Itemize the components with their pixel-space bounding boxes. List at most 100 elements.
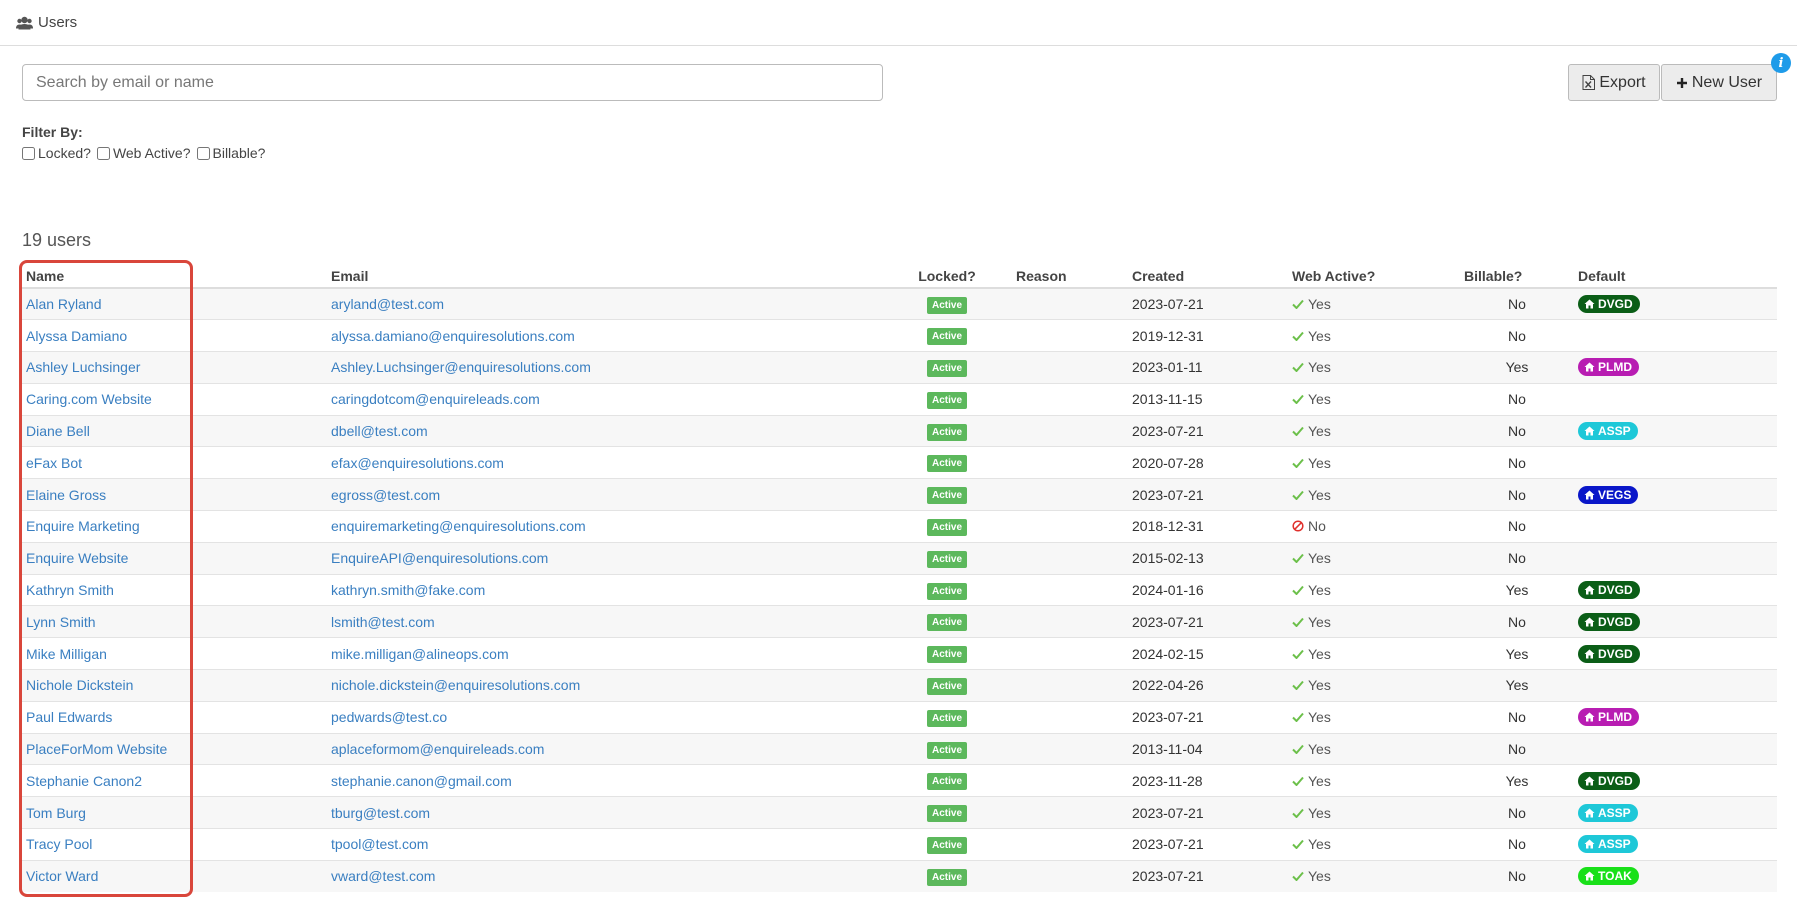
table-row: Elaine Gross egross@test.com Active 2023-07…: [22, 478, 1777, 511]
web-active-checkbox[interactable]: [96, 146, 110, 160]
created-cell: 2023-07-21: [1128, 478, 1288, 511]
home-icon: [1584, 299, 1595, 309]
billable-cell: No: [1460, 319, 1574, 352]
user-email-link[interactable]: nichole.dickstein@enquiresolutions.com: [331, 677, 580, 693]
user-email-link[interactable]: EnquireAPI@enquiresolutions.com: [331, 550, 548, 566]
user-email-link[interactable]: dbell@test.com: [331, 423, 428, 439]
user-email-link[interactable]: alyssa.damiano@enquiresolutions.com: [331, 328, 575, 344]
user-email-link[interactable]: pedwards@test.co: [331, 709, 447, 725]
default-tag[interactable]: ASSP: [1578, 835, 1638, 854]
default-tag[interactable]: ASSP: [1578, 803, 1638, 822]
default-tag[interactable]: VEGS: [1578, 485, 1639, 504]
user-name-link[interactable]: PlaceForMom Website: [26, 741, 167, 757]
default-tag-label: ASSP: [1598, 837, 1631, 852]
column-header-billable[interactable]: Billable?: [1460, 264, 1574, 289]
default-tag[interactable]: DVGD: [1578, 612, 1640, 631]
default-tag[interactable]: DVGD: [1578, 771, 1640, 790]
user-name-link[interactable]: Alyssa Damiano: [26, 328, 127, 344]
user-email-link[interactable]: kathryn.smith@fake.com: [331, 582, 485, 598]
user-name-link[interactable]: Caring.com Website: [26, 391, 152, 407]
user-email-link[interactable]: egross@test.com: [331, 487, 440, 503]
column-header-created[interactable]: Created: [1128, 264, 1288, 289]
column-header-default[interactable]: Default: [1574, 264, 1777, 289]
column-header-email[interactable]: Email: [327, 264, 882, 289]
check-icon: [1292, 712, 1304, 723]
status-badge: Active: [926, 391, 967, 409]
user-name-link[interactable]: Ashley Luchsinger: [26, 359, 140, 375]
user-email-link[interactable]: enquiremarketing@enquiresolutions.com: [331, 518, 586, 534]
status-badge: Active: [926, 328, 967, 346]
user-name-link[interactable]: Enquire Website: [26, 550, 128, 566]
locked-checkbox[interactable]: [22, 146, 35, 160]
default-cell: DVGD: [1574, 287, 1777, 320]
home-icon: [1584, 776, 1595, 786]
user-email-link[interactable]: stephanie.canon@gmail.com: [331, 773, 512, 789]
user-name-link[interactable]: Victor Ward: [26, 868, 98, 884]
user-name-link[interactable]: Nichole Dickstein: [26, 677, 133, 693]
column-header-reason[interactable]: Reason: [1012, 264, 1128, 289]
filter-web-active[interactable]: Web Active?: [95, 145, 191, 161]
reason-cell: [1012, 859, 1128, 893]
filter-billable[interactable]: Billable?: [195, 145, 265, 161]
user-email-link[interactable]: efax@enquiresolutions.com: [331, 455, 504, 471]
web-active-cell: Yes: [1288, 732, 1460, 765]
web-active-cell: No: [1288, 510, 1460, 543]
new-user-button[interactable]: New User: [1661, 64, 1777, 101]
user-name-link[interactable]: Elaine Gross: [26, 487, 106, 503]
user-email-link[interactable]: tburg@test.com: [331, 805, 430, 821]
default-tag[interactable]: PLMD: [1578, 708, 1639, 727]
user-name-link[interactable]: Enquire Marketing: [26, 518, 140, 534]
check-icon: [1292, 553, 1304, 564]
default-tag[interactable]: ASSP: [1578, 422, 1638, 441]
user-name-link[interactable]: Tracy Pool: [26, 836, 92, 852]
user-email-link[interactable]: vward@test.com: [331, 868, 435, 884]
user-email-link[interactable]: aplaceformom@enquireleads.com: [331, 741, 544, 757]
web-active-cell: Yes: [1288, 382, 1460, 416]
user-name-link[interactable]: eFax Bot: [26, 455, 82, 471]
user-name-link[interactable]: Mike Milligan: [26, 646, 107, 662]
default-tag-label: DVGD: [1598, 297, 1633, 312]
column-header-web-active[interactable]: Web Active?: [1288, 264, 1460, 289]
file-excel-icon: [1582, 75, 1596, 90]
user-name-link[interactable]: Lynn Smith: [26, 614, 96, 630]
status-badge: Active: [926, 868, 967, 886]
default-tag[interactable]: PLMD: [1578, 358, 1639, 377]
user-name-link[interactable]: Diane Bell: [26, 423, 90, 439]
export-button[interactable]: Export: [1568, 64, 1660, 101]
user-name-link[interactable]: Paul Edwards: [26, 709, 112, 725]
default-tag[interactable]: DVGD: [1578, 581, 1640, 600]
check-icon: [1292, 680, 1304, 691]
user-email-link[interactable]: aryland@test.com: [331, 296, 444, 312]
web-active-value: Yes: [1308, 486, 1331, 503]
web-active-value: No: [1308, 517, 1326, 534]
home-icon: [1584, 871, 1595, 881]
user-email-link[interactable]: mike.milligan@alineops.com: [331, 646, 509, 662]
info-icon[interactable]: i: [1771, 53, 1791, 73]
billable-checkbox[interactable]: [196, 146, 210, 160]
default-tag[interactable]: TOAK: [1578, 867, 1639, 886]
created-cell: 2018-12-31: [1128, 510, 1288, 543]
user-name-link[interactable]: Kathryn Smith: [26, 582, 114, 598]
created-cell: 2023-07-21: [1128, 414, 1288, 447]
user-name-link[interactable]: Stephanie Canon2: [26, 773, 142, 789]
user-email-link[interactable]: caringdotcom@enquireleads.com: [331, 391, 540, 407]
default-cell: [1574, 732, 1777, 765]
user-name-link[interactable]: Alan Ryland: [26, 296, 102, 312]
user-email-link[interactable]: lsmith@test.com: [331, 614, 435, 630]
home-icon: [1584, 426, 1595, 436]
user-email-link[interactable]: Ashley.Luchsinger@enquiresolutions.com: [331, 359, 591, 375]
billable-cell: Yes: [1460, 764, 1574, 797]
reason-cell: [1012, 764, 1128, 797]
filter-locked[interactable]: Locked?: [20, 145, 91, 161]
default-tag[interactable]: DVGD: [1578, 644, 1640, 663]
column-header-locked[interactable]: Locked?: [882, 264, 1012, 289]
page-title: Users: [38, 14, 78, 31]
reason-cell: [1012, 446, 1128, 479]
default-tag[interactable]: DVGD: [1578, 295, 1640, 314]
web-active-value: Yes: [1308, 423, 1331, 440]
column-header-name[interactable]: Name: [22, 264, 327, 289]
user-name-link[interactable]: Tom Burg: [26, 805, 86, 821]
created-cell: 2024-01-16: [1128, 573, 1288, 606]
user-email-link[interactable]: tpool@test.com: [331, 836, 428, 852]
search-input[interactable]: [22, 64, 883, 101]
